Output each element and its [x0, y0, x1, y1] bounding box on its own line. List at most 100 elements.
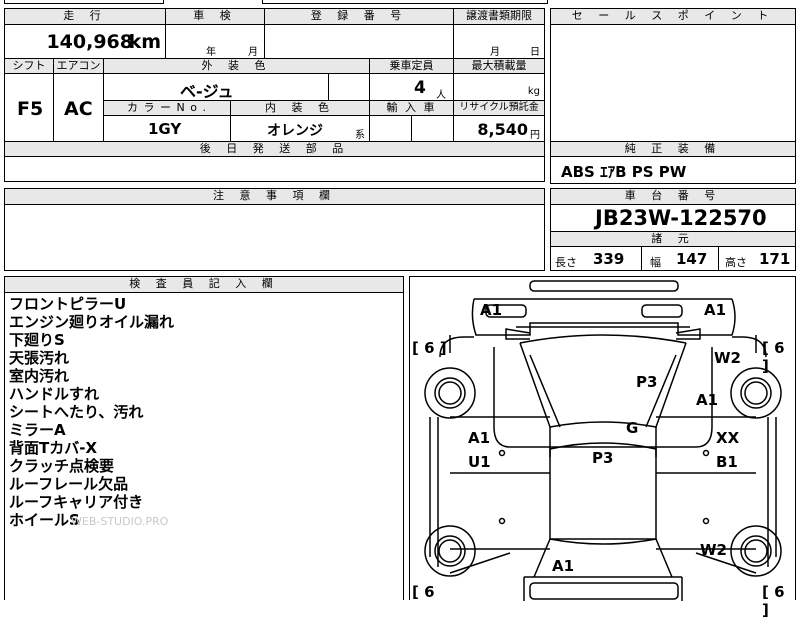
shift-value: F5: [17, 98, 44, 120]
registration-cell: [264, 24, 454, 59]
max-load-header: 最大積載量: [453, 58, 545, 74]
mark-roof: P3: [592, 449, 614, 467]
chassis-number-header: 車 台 番 号: [550, 188, 796, 205]
ac-value: AC: [64, 98, 93, 120]
top-cut-row: [0, 0, 800, 6]
equipment-cell: ABS ｴｱB PS PW: [550, 156, 796, 184]
transfer-month-unit: 月: [490, 47, 500, 58]
capacity-header: 乗車定員: [369, 58, 454, 74]
chassis-number-cell: JB23W-122570: [550, 204, 796, 232]
inspector-note: エンジン廻りオイル漏れ: [9, 313, 175, 331]
mark-front-right-corner: A1: [704, 301, 727, 319]
import-header: 輸 入 車: [369, 100, 454, 116]
mileage-cell: 140,968 km: [4, 24, 166, 59]
inspection-month-unit: 月: [248, 47, 258, 58]
shipping-parts-cell: [4, 156, 545, 182]
ac-cell: AC: [53, 73, 104, 142]
sales-point-cell: [550, 24, 796, 142]
inspector-note: 背面Tカバ-X: [9, 439, 98, 457]
mileage-header: 走 行: [4, 8, 166, 25]
inspector-note: フロントピラーU: [9, 295, 127, 313]
chassis-number-value: JB23W-122570: [595, 206, 767, 230]
inspection-cell: 年 月: [165, 24, 265, 59]
max-load-cell: kg: [453, 73, 545, 101]
tire-rear-left: [ 6: [412, 583, 435, 601]
mark-left-door-2: U1: [468, 453, 491, 471]
car-damage-diagram: [ 6 ] [ 6 ] [ 6 [ 6 ] A1 A1 W2 P3 A1 G P…: [409, 276, 796, 619]
rear-right-wheel: [730, 525, 782, 577]
exterior-color-extra-cell: [328, 73, 370, 101]
inspector-note: ミラーA: [9, 421, 66, 439]
height-cell: 高さ 171: [718, 246, 796, 271]
exterior-color-cell: ベ-ジュ: [103, 73, 329, 101]
mark-right-pillar: A1: [696, 391, 719, 409]
ac-header: エアコン: [53, 58, 104, 74]
recycle-unit: 円: [530, 130, 540, 141]
max-load-unit: kg: [527, 86, 540, 97]
capacity-cell: 4 人: [369, 73, 454, 101]
capacity-value: 4: [414, 78, 426, 98]
width-label: 幅: [650, 256, 661, 269]
color-no-value: 1GY: [148, 120, 182, 138]
watermark: WEB-STUDIO.PRO: [71, 515, 169, 528]
recycle-cell: 8,540 円: [453, 115, 545, 142]
caution-header: 注 意 事 項 欄: [4, 188, 545, 205]
shift-header: シフト: [4, 58, 54, 74]
recycle-header: リサイクル預託金: [453, 100, 545, 116]
inspection-header: 車 検: [165, 8, 265, 25]
color-no-cell: 1GY: [103, 115, 231, 142]
front-left-wheel: [424, 367, 476, 419]
transfer-day-unit: 日: [530, 47, 540, 58]
interior-color-suffix: 系: [355, 130, 365, 141]
mark-roof-center: G: [626, 419, 639, 437]
interior-color-value: オレンジ: [267, 123, 323, 139]
inspector-notes-list: フロントピラーU エンジン廻りオイル漏れ 下廻りS 天張汚れ 室内汚れ ハンドルすれ シート…: [9, 295, 174, 529]
mark-left-door-1: A1: [468, 429, 491, 447]
inspector-notes-header: 検 査 員 記 入 欄: [4, 276, 404, 293]
equipment-value: ABS ｴｱB PS PW: [561, 163, 687, 181]
mark-rear: A1: [552, 557, 575, 575]
recycle-value: 8,540: [477, 120, 528, 139]
capacity-unit: 人: [436, 90, 446, 101]
length-cell: 長さ 339: [550, 246, 642, 271]
width-cell: 幅 147: [641, 246, 719, 271]
inspector-note: 室内汚れ: [9, 367, 70, 385]
mileage-value: 140,968: [46, 31, 133, 53]
specs-header: 諸 元: [550, 231, 796, 247]
inspector-note: ルーフキャリア付き: [9, 493, 144, 511]
front-right-wheel: [730, 367, 782, 419]
height-value: 171: [759, 250, 791, 268]
import-cell-1: [369, 115, 412, 142]
inspector-note: 天張汚れ: [9, 349, 70, 367]
registration-header: 登 録 番 号: [264, 8, 454, 25]
transfer-deadline-cell: 月 日: [453, 24, 545, 59]
shipping-parts-header: 後 日 発 送 部 品: [4, 141, 545, 157]
caution-cell: [4, 204, 545, 271]
rear-left-wheel: [424, 525, 476, 577]
equipment-header: 純 正 装 備: [550, 141, 796, 157]
exterior-color-header: 外 装 色: [103, 58, 370, 74]
tire-rear-right: [ 6 ]: [762, 583, 785, 619]
inspection-year-unit: 年: [206, 47, 216, 58]
bumper-top: [529, 280, 679, 292]
width-value: 147: [676, 250, 708, 268]
import-cell-2: [411, 115, 454, 142]
length-value: 339: [593, 250, 625, 268]
tire-front-left: [ 6 ]: [412, 339, 447, 357]
shift-cell: F5: [4, 73, 54, 142]
color-no-header: カ ラ ー N o .: [103, 100, 231, 116]
mark-front-left-corner: A1: [480, 301, 503, 319]
inspector-note: クラッチ点検要: [9, 457, 115, 475]
headlight-right: [641, 304, 683, 318]
inspector-note: 下廻りS: [9, 331, 65, 349]
interior-color-cell: オレンジ 系: [230, 115, 370, 142]
inspector-note: シートへたり、汚れ: [9, 403, 144, 421]
mark-front-right-fender: W2: [714, 349, 741, 367]
height-label: 高さ: [725, 256, 747, 269]
mileage-unit: km: [128, 31, 161, 53]
tire-front-right: [ 6 ]: [762, 339, 785, 375]
inspector-notes-cell: フロントピラーU エンジン廻りオイル漏れ 下廻りS 天張汚れ 室内汚れ ハンドルすれ シート…: [4, 292, 404, 600]
transfer-deadline-header: 譲渡書類期限: [453, 8, 545, 25]
inspector-note: ルーフレール欠品: [9, 475, 129, 493]
mark-rear-right-fender: W2: [700, 541, 727, 559]
